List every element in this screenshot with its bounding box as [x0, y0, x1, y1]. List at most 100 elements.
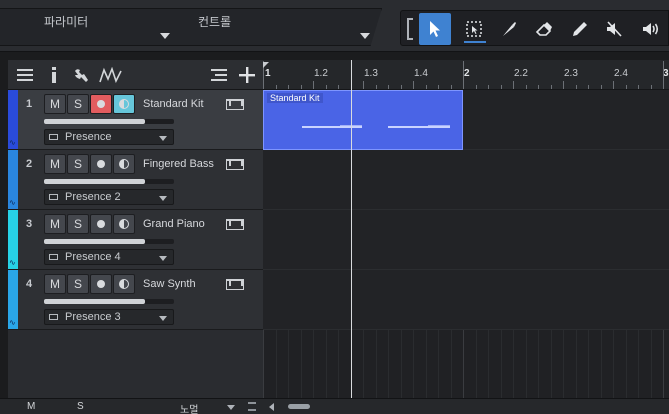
automation-icon[interactable] — [98, 66, 124, 84]
listen-tool-button[interactable] — [635, 13, 667, 45]
chevron-down-icon[interactable] — [227, 405, 235, 410]
arrange-view[interactable]: Standard Kit — [263, 90, 669, 398]
ruler-tick — [275, 85, 277, 89]
ruler-tick — [450, 85, 452, 89]
track-color-strip[interactable]: ∿ — [8, 90, 18, 149]
global-solo-button[interactable]: S — [77, 401, 84, 412]
track-color-strip[interactable]: ∿ — [8, 210, 18, 269]
monitor-button[interactable] — [113, 214, 135, 234]
track-row[interactable]: ∿ 3 M S Grand Piano Presence 4 — [8, 210, 263, 270]
instrument-selector[interactable]: Presence 3 — [44, 309, 174, 325]
arrow-tool-button[interactable] — [419, 13, 451, 45]
timeline-ruler[interactable]: 1 1.2 1.3 1.4 2 2.2 2.3 2.4 3 — [263, 60, 669, 90]
mute-button[interactable]: M — [44, 94, 66, 114]
chevron-down-icon — [159, 196, 167, 201]
track-color-strip[interactable]: ∿ — [8, 270, 18, 329]
track-name[interactable]: Grand Piano — [143, 218, 205, 230]
track-lane[interactable] — [263, 210, 669, 270]
solo-button[interactable]: S — [67, 274, 89, 294]
solo-button[interactable]: S — [67, 154, 89, 174]
list-options-icon[interactable] — [248, 402, 256, 411]
scroll-left-icon[interactable] — [269, 403, 274, 411]
track-row[interactable]: ∿ 4 M S Saw Synth Presence 3 — [8, 270, 263, 330]
edit-tools — [400, 10, 669, 46]
ruler-tick — [538, 85, 539, 89]
part-name: Standard Kit — [267, 93, 323, 103]
record-arm-button[interactable] — [90, 94, 112, 114]
ruler-tick — [525, 85, 527, 89]
keyboard-icon — [49, 254, 58, 260]
track-number: 3 — [26, 218, 33, 230]
paint-tool-button[interactable] — [564, 13, 596, 45]
range-tool-indicator — [464, 41, 486, 43]
monitor-button[interactable] — [113, 94, 135, 114]
record-icon — [97, 220, 105, 228]
mute-tool-icon — [607, 21, 622, 37]
ruler-label: 2.3 — [564, 68, 578, 79]
ruler-tick — [513, 81, 514, 89]
listen-tool-icon — [643, 23, 659, 35]
record-arm-button[interactable] — [90, 154, 112, 174]
ruler-tick — [288, 85, 289, 89]
track-name[interactable]: Saw Synth — [143, 278, 196, 290]
monitor-icon — [119, 159, 129, 169]
ruler-tick — [500, 85, 502, 89]
parameter-dropdown-arrow-icon[interactable] — [160, 33, 170, 39]
keyboard-icon — [49, 134, 58, 140]
automation-wave-icon: ∿ — [9, 198, 16, 207]
track-row[interactable]: ∿ 1 M S Standard Kit Presence — [8, 90, 263, 150]
ruler-label: 1.4 — [414, 68, 428, 79]
instrument-keyboard-icon[interactable] — [226, 99, 244, 110]
control-dropdown-label[interactable]: 컨트롤 — [198, 13, 231, 30]
mute-button[interactable]: M — [44, 274, 66, 294]
track-list-empty-area[interactable] — [8, 330, 263, 398]
mute-button[interactable]: M — [44, 214, 66, 234]
instrument-keyboard-icon[interactable] — [226, 219, 244, 230]
control-dropdown-arrow-icon[interactable] — [360, 33, 370, 39]
track-list-menu-icon[interactable] — [16, 66, 34, 84]
volume-slider[interactable] — [44, 239, 174, 244]
global-mute-button[interactable]: M — [27, 401, 35, 412]
track-name[interactable]: Fingered Bass — [143, 158, 214, 170]
split-tool-button[interactable] — [493, 13, 525, 45]
instrument-keyboard-icon[interactable] — [226, 159, 244, 170]
track-lane[interactable] — [263, 270, 669, 330]
split-tool-icon — [503, 22, 516, 36]
eraser-tool-button[interactable] — [528, 13, 560, 45]
playhead-cursor[interactable] — [351, 60, 352, 398]
ruler-tick — [425, 85, 427, 89]
instrument-part[interactable]: Standard Kit — [263, 90, 463, 150]
track-color-strip[interactable]: ∿ — [8, 150, 18, 209]
add-track-icon[interactable] — [238, 66, 256, 84]
ruler-tick — [488, 85, 489, 89]
mute-button[interactable]: M — [44, 154, 66, 174]
normal-mode-dropdown[interactable]: 노멀 — [180, 401, 198, 414]
track-name[interactable]: Standard Kit — [143, 98, 204, 110]
ruler-label: 1.3 — [364, 68, 378, 79]
track-row[interactable]: ∿ 2 M S Fingered Bass Presence 2 — [8, 150, 263, 210]
record-arm-button[interactable] — [90, 214, 112, 234]
solo-button[interactable]: S — [67, 94, 89, 114]
instrument-selector[interactable]: Presence 4 — [44, 249, 174, 265]
volume-slider[interactable] — [44, 299, 174, 304]
record-arm-button[interactable] — [90, 274, 112, 294]
monitor-button[interactable] — [113, 274, 135, 294]
instrument-keyboard-icon[interactable] — [226, 279, 244, 290]
parameter-dropdown-label[interactable]: 파라미터 — [44, 13, 88, 30]
horizontal-scrollbar-thumb[interactable] — [288, 404, 310, 409]
mute-tool-button[interactable] — [598, 13, 630, 45]
wrench-icon[interactable] — [72, 66, 90, 84]
track-lane[interactable] — [263, 150, 669, 210]
solo-button[interactable]: S — [67, 214, 89, 234]
track-number: 2 — [26, 158, 33, 170]
volume-slider[interactable] — [44, 119, 174, 124]
volume-slider[interactable] — [44, 179, 174, 184]
ruler-tick — [400, 85, 402, 89]
ruler-tick — [375, 85, 377, 89]
inspector-info-icon[interactable] — [49, 66, 59, 84]
track-list-icon[interactable] — [210, 66, 228, 84]
monitor-button[interactable] — [113, 154, 135, 174]
instrument-selector[interactable]: Presence 2 — [44, 189, 174, 205]
instrument-selector[interactable]: Presence — [44, 129, 174, 145]
loop-start-marker[interactable] — [263, 62, 269, 68]
